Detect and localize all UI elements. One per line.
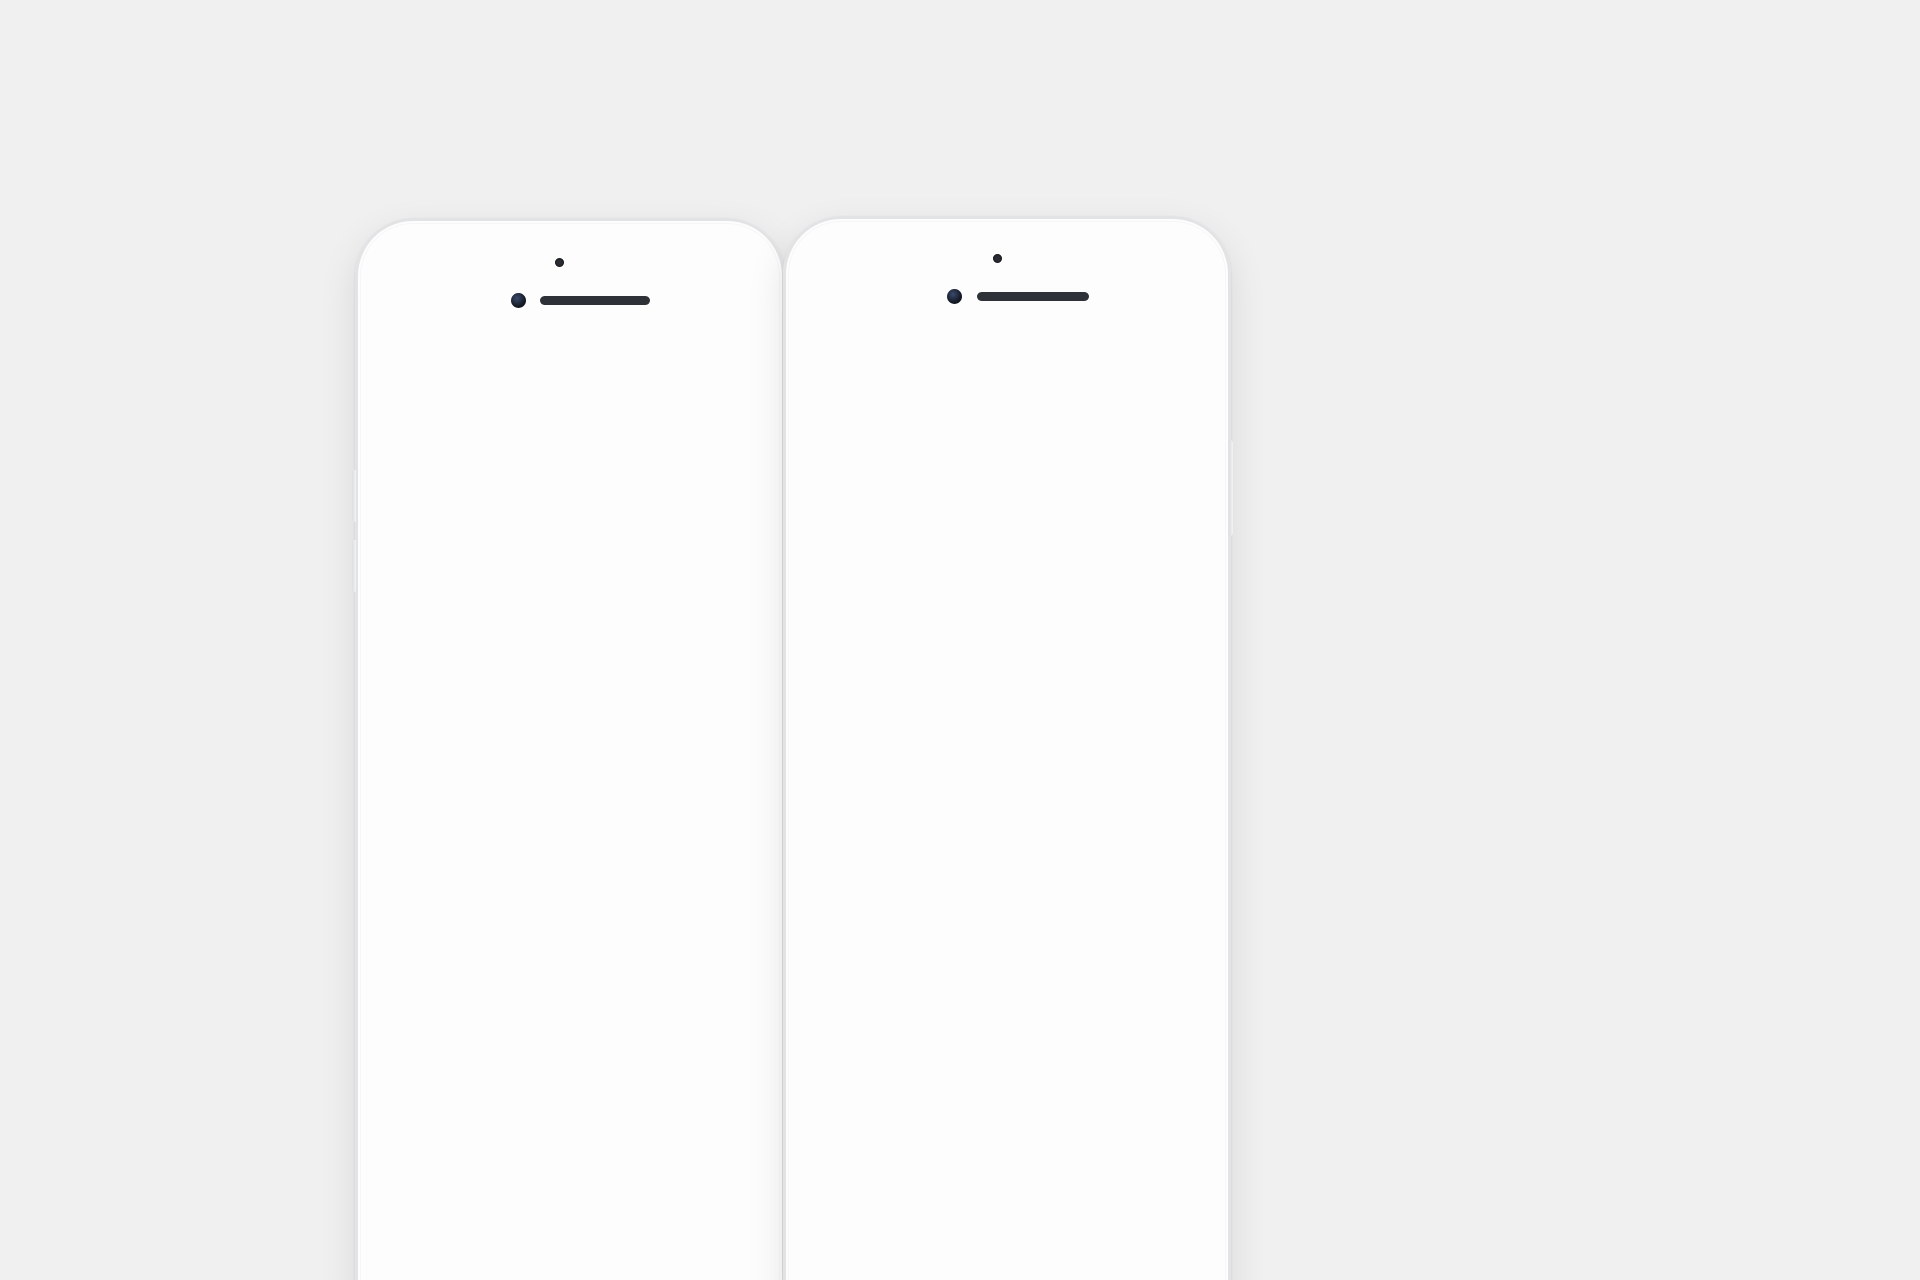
- earpiece-speaker-icon: [977, 292, 1089, 301]
- front-camera-icon: [947, 289, 962, 304]
- earpiece-speaker-icon: [540, 296, 650, 305]
- power-button[interactable]: [1229, 440, 1233, 536]
- ambient-sensor-icon: [555, 258, 564, 267]
- left-phone-device: [355, 218, 785, 1280]
- screenshot-canvas: Spicy Chorizo Shakshuka: [0, 0, 1920, 1280]
- volume-down-button[interactable]: [352, 540, 356, 592]
- ambient-sensor-icon: [993, 254, 1002, 263]
- volume-up-button[interactable]: [352, 470, 356, 522]
- front-camera-icon: [511, 293, 526, 308]
- right-phone-device: [783, 216, 1231, 1280]
